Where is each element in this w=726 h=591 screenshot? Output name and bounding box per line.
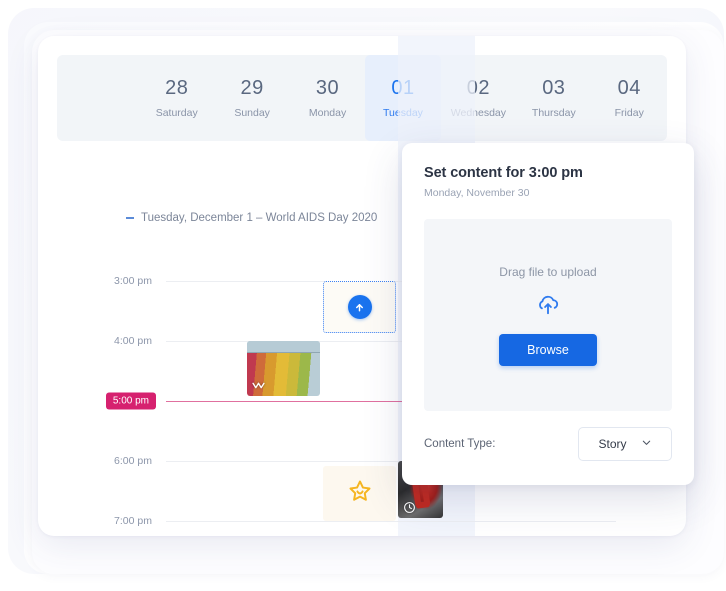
- day-name: Saturday: [155, 107, 198, 119]
- dropzone-label: Drag file to upload: [499, 264, 597, 279]
- file-dropzone[interactable]: Drag file to upload Browse: [424, 219, 672, 411]
- day-name: Sunday: [234, 107, 270, 119]
- clock-icon: [403, 501, 416, 514]
- day-name: Thursday: [531, 107, 576, 119]
- time-label-now-5pm: 5:00 pm: [105, 392, 156, 410]
- time-label-3pm: 3:00 pm: [114, 275, 152, 287]
- photo-sky-band: [247, 341, 320, 352]
- day-name: Monday: [308, 107, 347, 119]
- time-label-7pm: 7:00 pm: [114, 515, 152, 527]
- day-header-gutter: [57, 55, 139, 141]
- content-type-value: Story: [598, 437, 627, 451]
- day-tab-6[interactable]: 04 Friday: [592, 55, 667, 141]
- day-number: 28: [165, 77, 189, 99]
- content-type-row: Content Type: Story: [424, 427, 672, 461]
- day-tab-0[interactable]: 28 Saturday: [139, 55, 214, 141]
- leaves-photo-slot[interactable]: [247, 341, 320, 396]
- cloud-upload-icon: [535, 291, 561, 322]
- event-title-row: Tuesday, December 1 – World AIDS Day 202…: [126, 212, 377, 224]
- photo-wire-line: [247, 352, 320, 353]
- day-number: 03: [542, 77, 566, 99]
- modal-title: Set content for 3:00 pm: [424, 165, 583, 181]
- content-type-label: Content Type:: [424, 438, 496, 450]
- day-number: 04: [617, 77, 641, 99]
- browse-button[interactable]: Browse: [499, 333, 597, 366]
- modal-subtitle: Monday, November 30: [424, 187, 530, 199]
- carousel-icon: [252, 379, 265, 392]
- day-name: Friday: [614, 107, 644, 119]
- hour-line-7pm: [166, 521, 616, 522]
- day-header-strip: 28 Saturday 29 Sunday 30 Monday 01 Tuesd…: [57, 55, 667, 141]
- day-tab-1[interactable]: 29 Sunday: [214, 55, 289, 141]
- highlight-star-slot[interactable]: [323, 466, 396, 521]
- upload-placeholder-slot[interactable]: [323, 281, 396, 333]
- dash-icon: [126, 217, 134, 219]
- time-label-6pm: 6:00 pm: [114, 455, 152, 467]
- chevron-down-icon[interactable]: [641, 435, 652, 453]
- star-icon: [347, 478, 373, 509]
- time-gutter: 3:00 pm 4:00 pm 5:00 pm 6:00 pm 7:00 pm: [38, 241, 166, 536]
- day-number: 30: [315, 77, 340, 99]
- day-number: 29: [240, 77, 264, 99]
- set-content-modal: Set content for 3:00 pm Monday, November…: [402, 143, 694, 485]
- screenshot-root: 28 Saturday 29 Sunday 30 Monday 01 Tuesd…: [0, 0, 726, 591]
- time-label-4pm: 4:00 pm: [114, 335, 152, 347]
- content-type-select[interactable]: Story: [578, 427, 672, 461]
- day-tab-5[interactable]: 03 Thursday: [516, 55, 591, 141]
- event-title-text: Tuesday, December 1 – World AIDS Day 202…: [141, 212, 378, 224]
- arrow-up-icon[interactable]: [347, 295, 372, 319]
- day-tab-2[interactable]: 30 Monday: [290, 55, 365, 141]
